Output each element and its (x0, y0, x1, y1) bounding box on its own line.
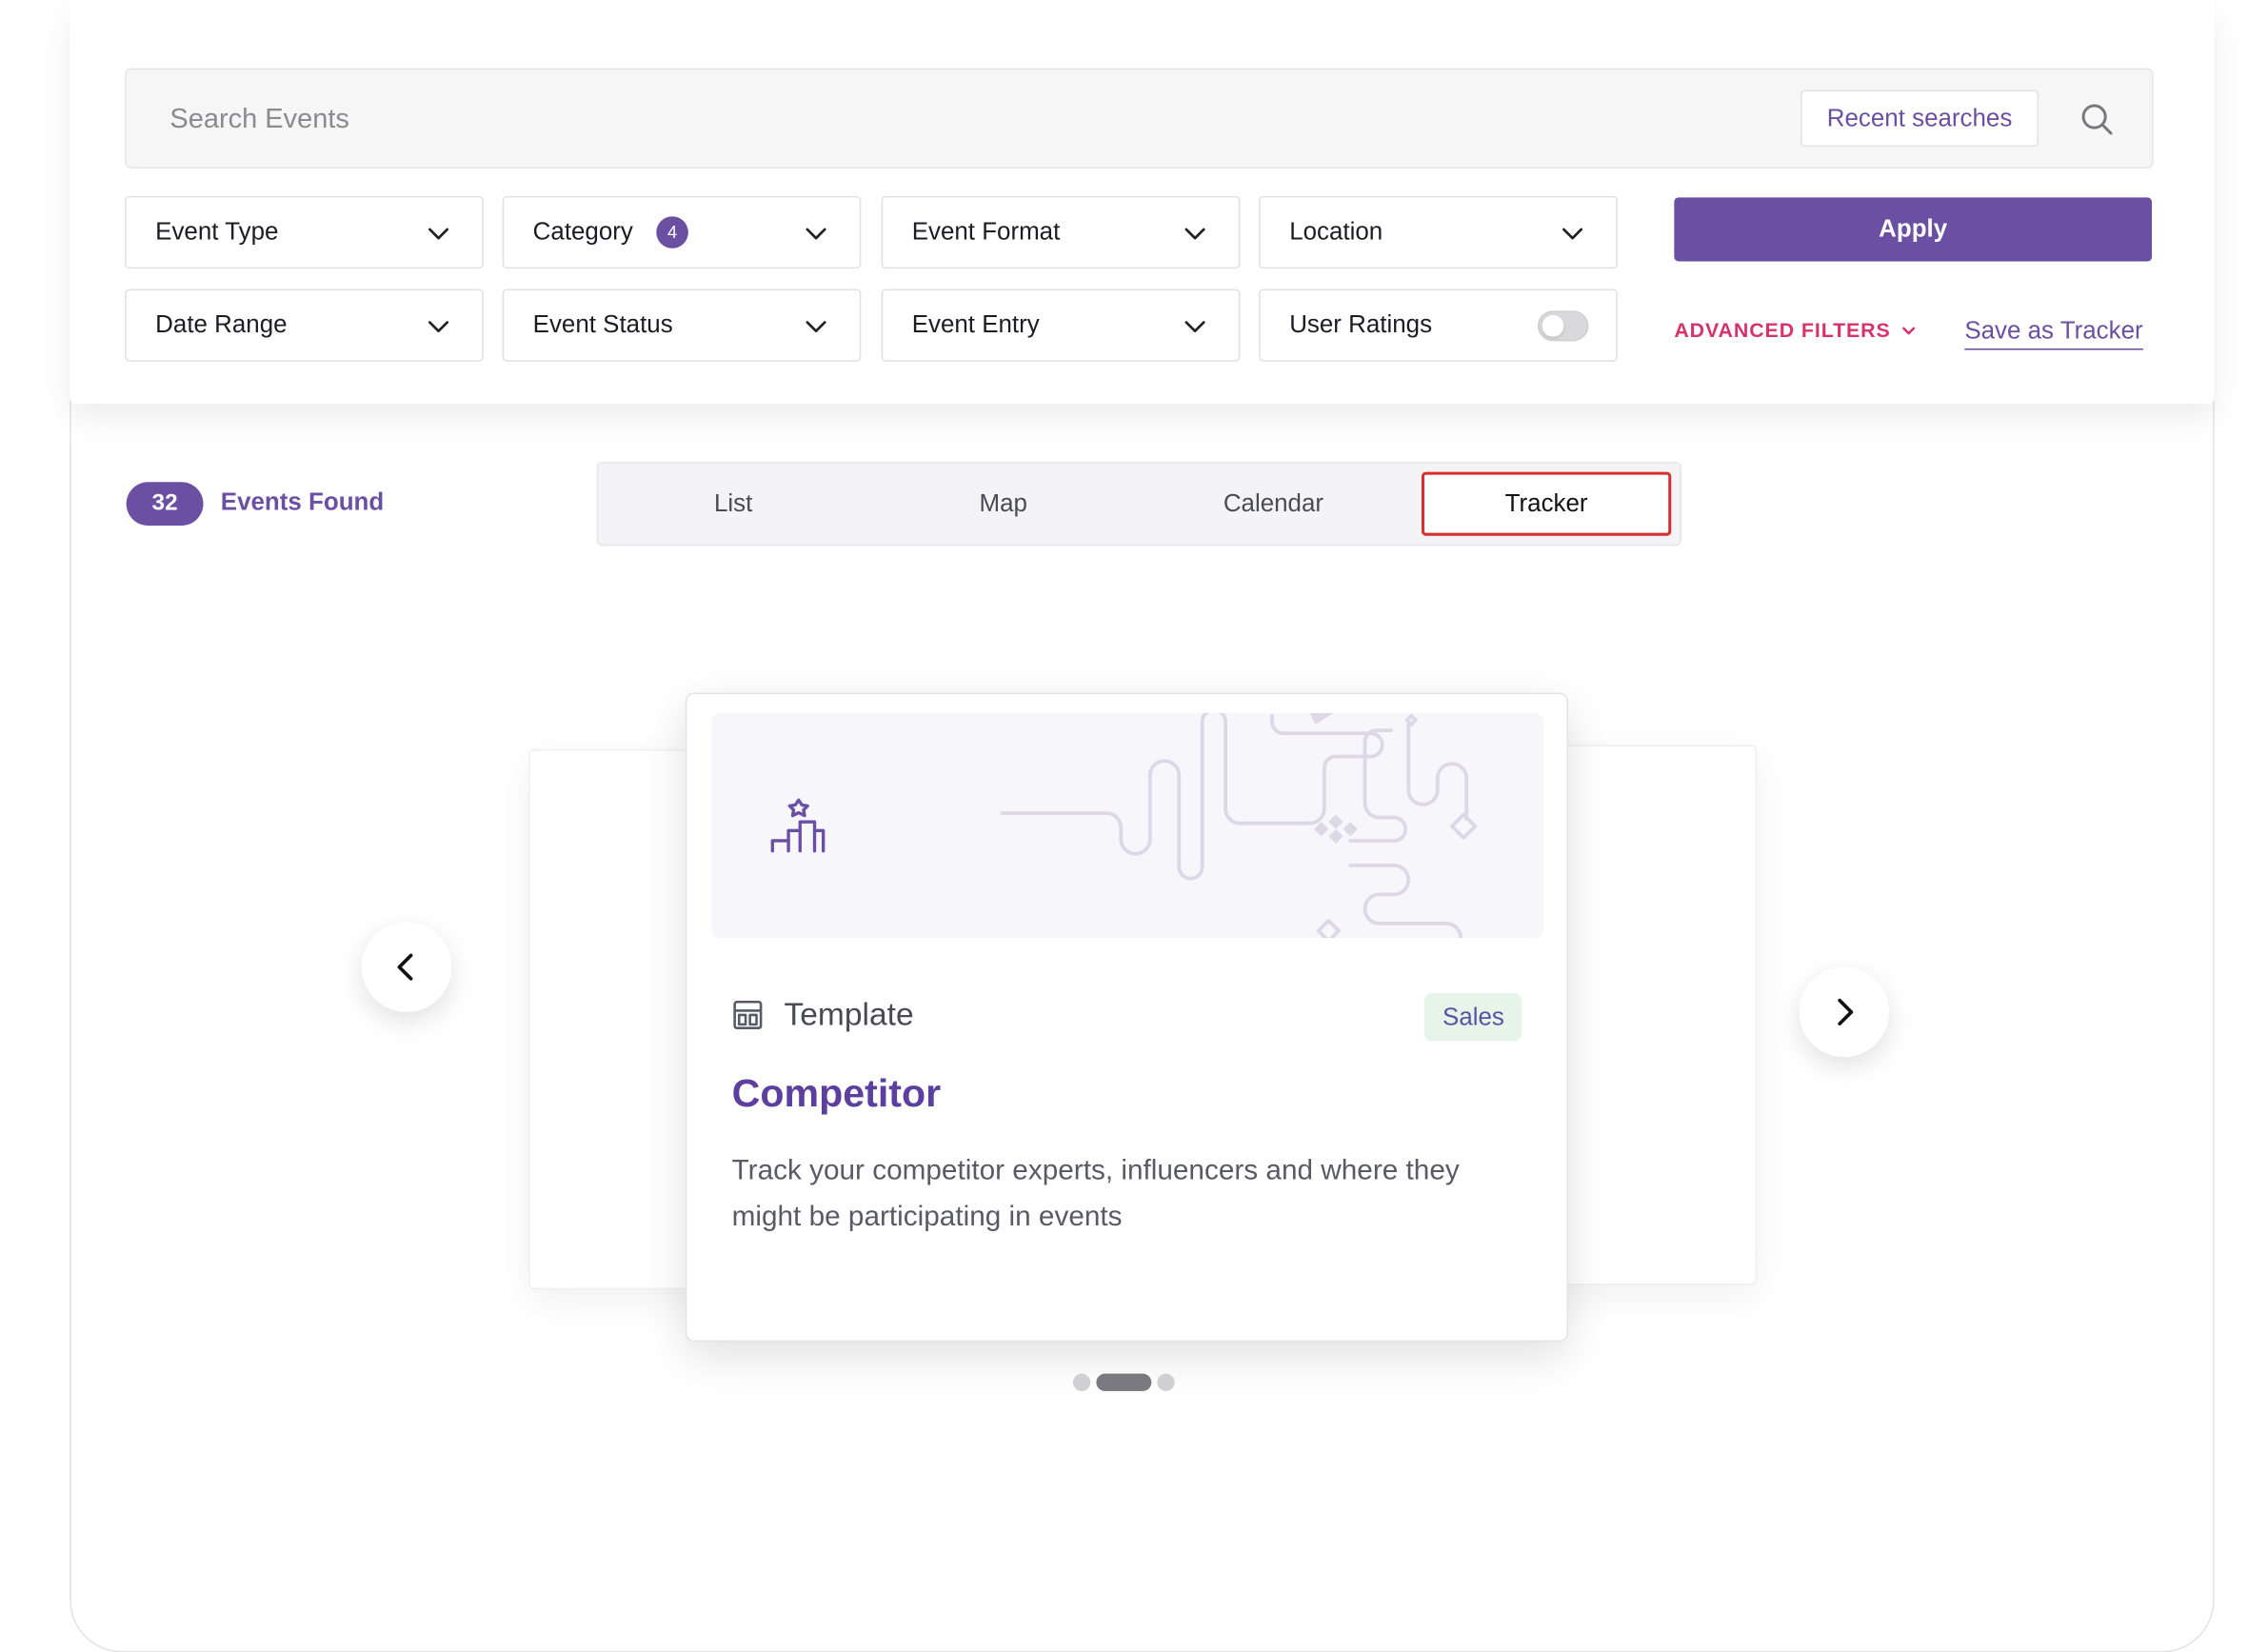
view-tabs: List Map Calendar Tracker (596, 461, 1681, 547)
chevron-down-icon (806, 321, 826, 333)
carousel-pagination (1072, 1373, 1175, 1391)
card-title: Competitor (731, 1071, 942, 1116)
dropdown-label: Event Entry (911, 310, 1040, 339)
user-ratings-filter: User Ratings (1259, 289, 1618, 362)
chevron-down-icon (1184, 228, 1205, 240)
event-status-dropdown[interactable]: Event Status (502, 289, 862, 362)
advanced-filters-toggle[interactable]: ADVANCED FILTERS (1674, 318, 1917, 341)
tab-calendar[interactable]: Calendar (1139, 463, 1409, 544)
path-illustration (770, 712, 1478, 939)
carousel-prev-button[interactable] (361, 922, 452, 1012)
category-count-badge: 4 (656, 216, 688, 249)
location-dropdown[interactable]: Location (1259, 195, 1618, 269)
carousel-next-button[interactable] (1799, 966, 1890, 1058)
chevron-down-icon (1184, 321, 1205, 333)
chevron-down-icon (1902, 326, 1916, 334)
carousel-dot[interactable] (1072, 1373, 1091, 1391)
date-range-dropdown[interactable]: Date Range (125, 289, 484, 362)
template-kind: Template (732, 996, 914, 1034)
user-ratings-toggle[interactable] (1537, 310, 1589, 342)
dropdown-label: Location (1289, 217, 1383, 246)
card-description: Track your competitor experts, influence… (731, 1154, 1460, 1233)
results-count-badge: 32 (126, 482, 204, 527)
advanced-filters-label: ADVANCED FILTERS (1674, 317, 1891, 342)
dropdown-label: Date Range (155, 310, 288, 339)
dropdown-label: Event Type (155, 217, 279, 246)
chevron-left-icon (397, 953, 413, 981)
results-label: Events Found (220, 488, 385, 516)
search-input[interactable] (169, 101, 1622, 140)
dropdown-label: Event Status (532, 310, 673, 339)
template-icon (733, 1000, 763, 1029)
category-dropdown[interactable]: Category 4 (502, 195, 862, 269)
event-format-dropdown[interactable]: Event Format (881, 195, 1241, 269)
category-tag: Sales (1424, 993, 1522, 1042)
podium-icon (770, 798, 826, 853)
chevron-down-icon (428, 321, 449, 333)
apply-button[interactable]: Apply (1674, 197, 2153, 262)
template-card[interactable]: Template Sales Competitor Track your com… (685, 692, 1568, 1343)
carousel-dot-active[interactable] (1096, 1373, 1152, 1391)
tab-list[interactable]: List (598, 463, 868, 544)
chevron-down-icon (1562, 228, 1583, 240)
tab-map[interactable]: Map (868, 463, 1139, 544)
carousel-dot[interactable] (1157, 1373, 1175, 1391)
chevron-right-icon (1838, 998, 1854, 1025)
chevron-down-icon (428, 228, 449, 240)
recent-searches-button[interactable]: Recent searches (1800, 90, 2039, 148)
event-entry-dropdown[interactable]: Event Entry (881, 289, 1241, 362)
event-type-dropdown[interactable]: Event Type (125, 195, 484, 269)
dropdown-label: Event Format (911, 217, 1061, 246)
dropdown-label: Category (532, 217, 633, 246)
search-bar: Recent searches (125, 68, 2154, 169)
chevron-down-icon (806, 228, 826, 240)
tab-tracker[interactable]: Tracker (1421, 471, 1672, 536)
toggle-label: User Ratings (1289, 310, 1433, 339)
template-illustration (711, 712, 1544, 939)
search-icon[interactable] (2078, 100, 2116, 138)
save-as-tracker-link[interactable]: Save as Tracker (1964, 316, 2143, 350)
toggle-knob (1542, 314, 1564, 337)
template-kind-label: Template (784, 996, 914, 1033)
